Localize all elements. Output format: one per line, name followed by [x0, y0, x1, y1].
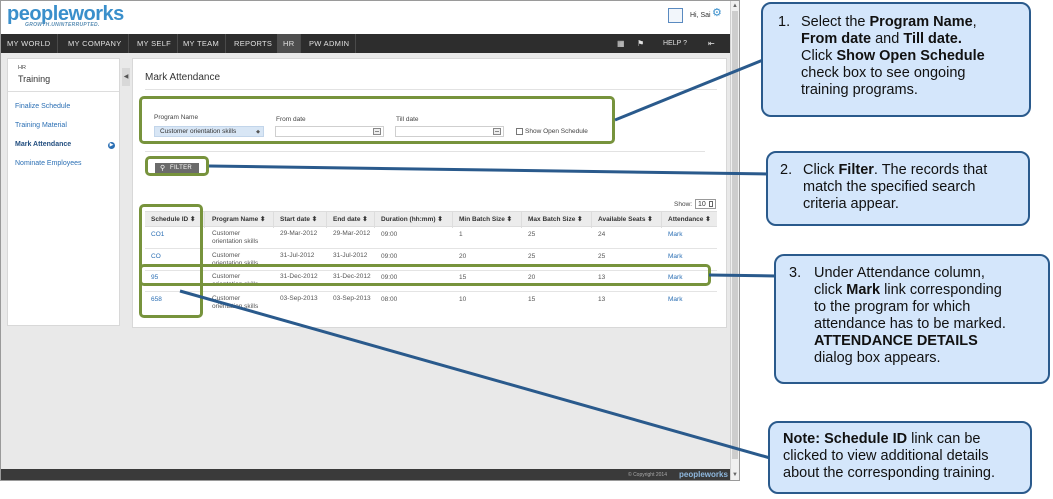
callout-text: Under Attendance column, click Mark link… — [814, 265, 1050, 367]
bold-text: Show Open Schedule — [836, 48, 985, 64]
step-number: 2. — [780, 162, 793, 178]
text: Select the — [801, 14, 870, 30]
step-number: 3. — [789, 265, 802, 281]
connector-2 — [208, 164, 769, 176]
text: clicked to view additional details — [783, 448, 989, 464]
callout-text: Note: Schedule ID link can be clicked to… — [783, 431, 1031, 482]
text: link can be — [907, 431, 981, 447]
bold-text: Mark — [846, 282, 881, 298]
text: , — [972, 14, 977, 30]
text: link corresponding — [880, 282, 1002, 298]
bold-text: From date — [801, 31, 872, 47]
callout-note: Note: Schedule ID link can be clicked to… — [768, 421, 1032, 494]
text: attendance has to be marked. — [814, 316, 1006, 332]
text: check box to see ongoing — [801, 65, 966, 81]
bold-text: Filter — [838, 162, 874, 178]
bold-text: Program Name — [869, 14, 973, 30]
text: . The records that — [873, 162, 988, 178]
callout-step-2: 2. Click Filter. The records that match … — [766, 151, 1030, 226]
connector-1 — [614, 56, 769, 122]
text: match the specified search — [803, 179, 976, 195]
callout-step-3: 3. Under Attendance column, click Mark l… — [774, 254, 1050, 384]
bold-text: Note: — [783, 431, 821, 447]
text: Click — [803, 162, 839, 178]
text: about the corresponding training. — [783, 465, 996, 481]
bold-text: Till date. — [903, 31, 962, 47]
text: Under Attendance column, — [814, 265, 985, 281]
connector-3 — [708, 273, 777, 278]
callout-text: Select the Program Name, From date and T… — [801, 14, 1029, 99]
bold-text: ATTENDANCE DETAILS — [814, 333, 978, 349]
connector-4 — [179, 289, 771, 460]
text: training programs. — [801, 82, 918, 98]
bold-text: Schedule ID — [820, 431, 908, 447]
step-number: 1. — [778, 14, 791, 30]
text: click — [814, 282, 847, 298]
text: to the program for which — [814, 299, 971, 315]
text: and — [871, 31, 904, 47]
callout-text: Click Filter. The records that match the… — [803, 162, 1029, 213]
text: Click — [801, 48, 837, 64]
text: dialog box appears. — [814, 350, 941, 366]
screenshot-root: peopleworks GROWTH.UNINTERRUPTED. Hi, Sa… — [0, 0, 1053, 499]
callout-step-1: 1. Select the Program Name, From date an… — [761, 2, 1031, 117]
text: criteria appear. — [803, 196, 899, 212]
